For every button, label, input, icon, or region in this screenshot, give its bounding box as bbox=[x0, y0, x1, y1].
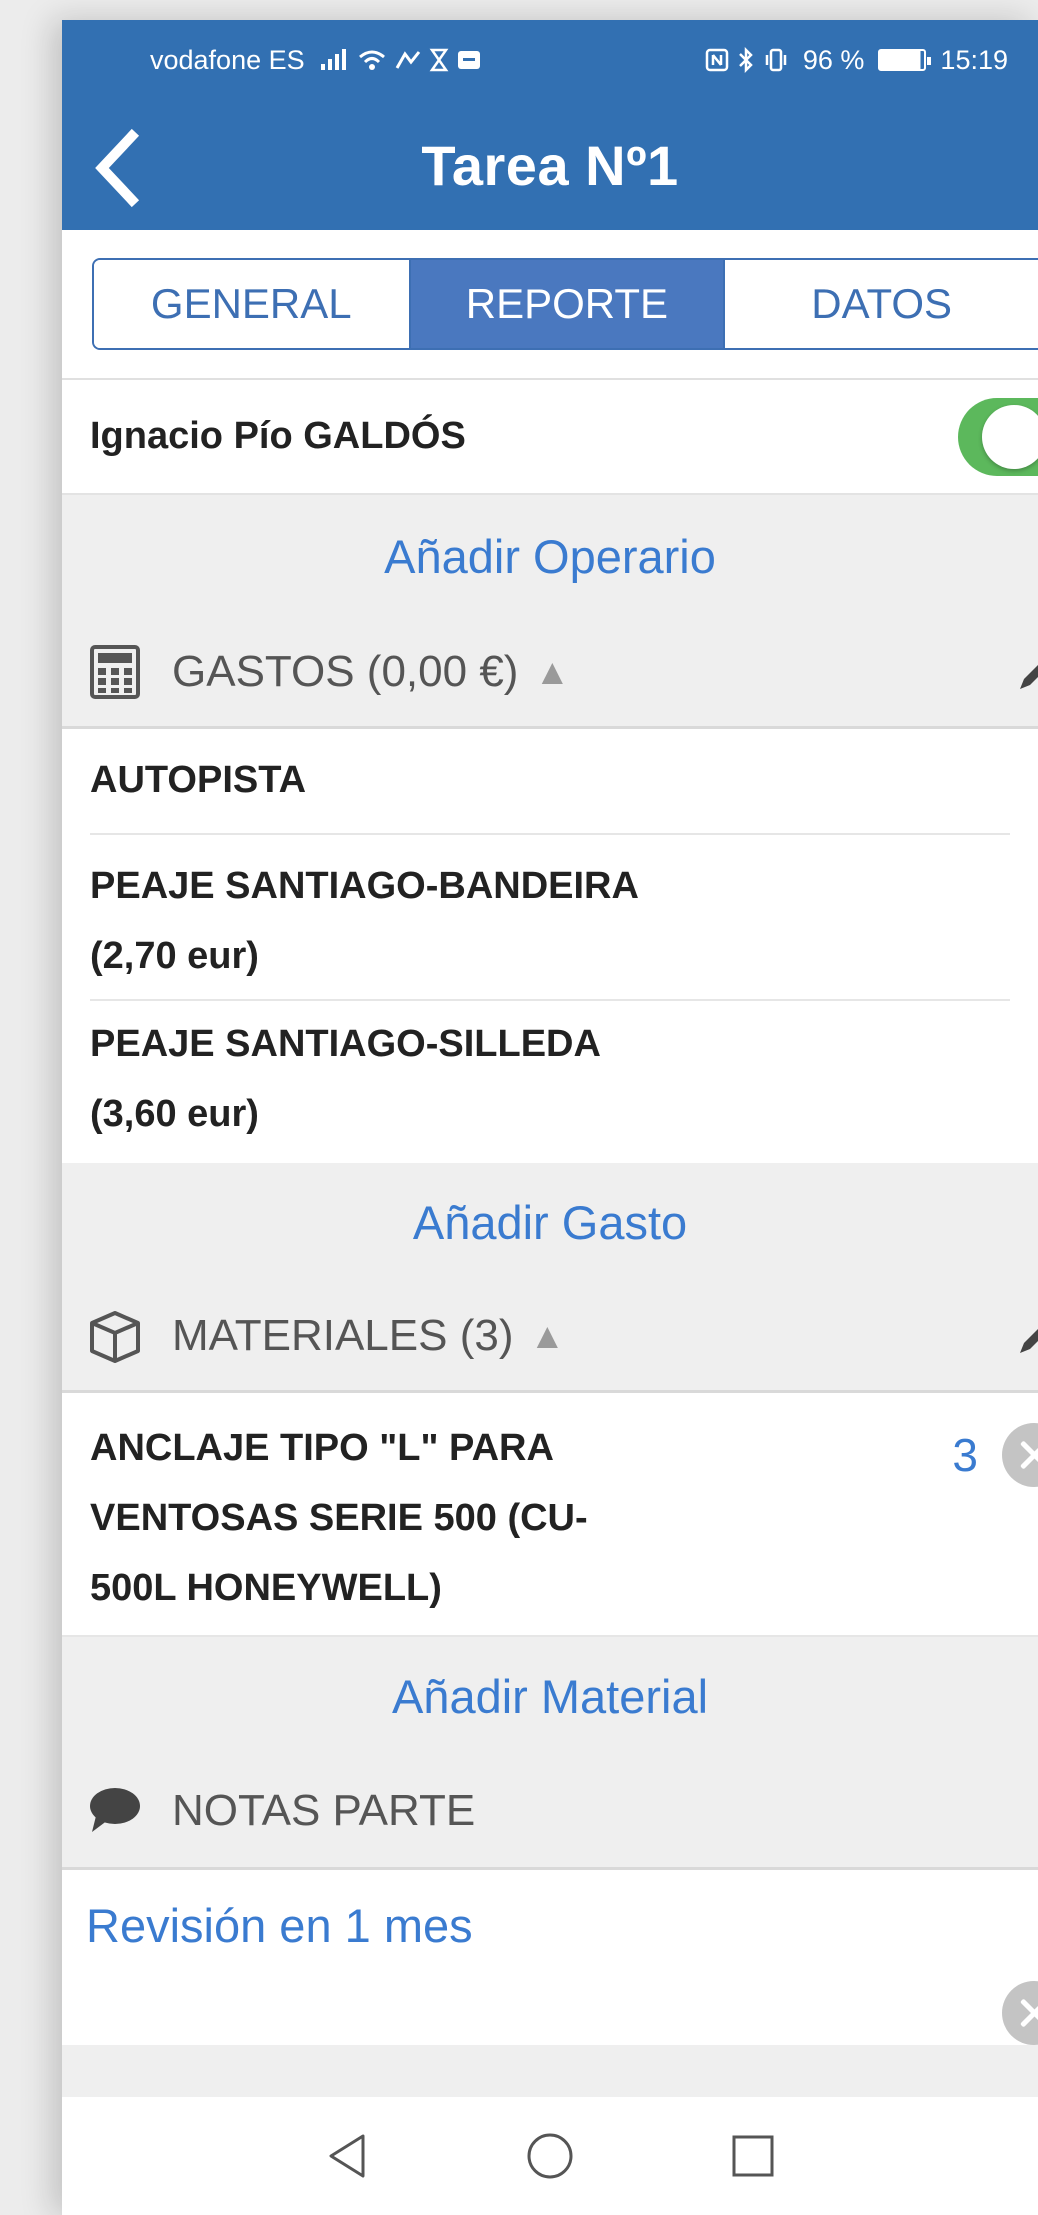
signal-icon bbox=[320, 49, 346, 70]
status-icons-right bbox=[705, 47, 789, 73]
nav-home-button[interactable] bbox=[526, 2132, 574, 2180]
segmented-tabs: GENERAL REPORTE DATOS bbox=[92, 258, 1038, 350]
expense-item[interactable]: PEAJE SANTIAGO-SILLEDA (3,60 eur) bbox=[62, 1001, 1038, 1163]
bluetooth-icon bbox=[738, 47, 753, 73]
tab-reporte[interactable]: REPORTE bbox=[408, 260, 724, 348]
phone-screen: vodafone ES 96 % 15:19 Tarea Nº1 GENERAL… bbox=[62, 20, 1038, 2215]
back-button[interactable] bbox=[84, 128, 154, 208]
expenses-header[interactable]: GASTOS (0,00 €) ▲ bbox=[62, 617, 1038, 729]
message-icon bbox=[457, 51, 480, 69]
status-icons-left bbox=[319, 48, 481, 72]
expenses-title: GASTOS (0,00 €) bbox=[172, 646, 519, 696]
expense-label: PEAJE SANTIAGO-BANDEIRA bbox=[90, 865, 639, 907]
expense-item[interactable]: AUTOPISTA bbox=[62, 729, 1038, 843]
page-title: Tarea Nº1 bbox=[421, 133, 679, 197]
material-actions: 3 bbox=[952, 1423, 1038, 1487]
expense-amount: (2,70 eur) bbox=[90, 935, 259, 977]
material-name-line: VENTOSAS SERIE 500 (CU- bbox=[90, 1497, 588, 1539]
status-bar-right: 96 % 15:19 bbox=[705, 45, 1008, 76]
carrier-label: vodafone ES bbox=[150, 44, 305, 75]
material-name-line: ANCLAJE TIPO "L" PARA bbox=[90, 1427, 554, 1469]
materials-header[interactable]: MATERIALES (3) ▲ bbox=[62, 1281, 1038, 1393]
note-input[interactable]: Revisión en 1 mes bbox=[86, 1898, 1014, 1953]
add-operator-button[interactable]: Añadir Operario bbox=[62, 495, 1038, 617]
material-name-line: 500L HONEYWELL) bbox=[90, 1567, 442, 1609]
expense-label: AUTOPISTA bbox=[90, 759, 307, 801]
operator-name: Ignacio Pío GALDÓS bbox=[90, 415, 466, 457]
collapse-caret-icon: ▲ bbox=[529, 1314, 566, 1356]
calculator-icon bbox=[90, 644, 140, 699]
material-item[interactable]: ANCLAJE TIPO "L" PARA VENTOSAS SERIE 500… bbox=[62, 1393, 1038, 1637]
chat-bubble-icon bbox=[90, 1788, 140, 1832]
add-material-button[interactable]: Añadir Material bbox=[62, 1637, 1038, 1755]
expense-item[interactable]: PEAJE SANTIAGO-BANDEIRA (2,70 eur) bbox=[62, 843, 1038, 1001]
toggle-knob bbox=[982, 404, 1038, 469]
status-bar-left: vodafone ES bbox=[150, 45, 481, 76]
operator-row: Ignacio Pío GALDÓS bbox=[62, 380, 1038, 495]
nav-back-button[interactable] bbox=[323, 2132, 371, 2180]
nav-recents-button[interactable] bbox=[729, 2132, 777, 2180]
back-arrow-icon bbox=[95, 128, 140, 208]
box-icon bbox=[90, 1310, 140, 1363]
wifi-icon bbox=[358, 50, 385, 70]
tab-general[interactable]: GENERAL bbox=[94, 260, 409, 348]
close-icon[interactable] bbox=[1002, 1981, 1038, 2045]
battery-icon bbox=[878, 49, 932, 71]
expenses-list: AUTOPISTA PEAJE SANTIAGO-BANDEIRA (2,70 … bbox=[62, 729, 1038, 1163]
clock: 15:19 bbox=[940, 44, 1008, 75]
notes-header: NOTAS PARTE bbox=[62, 1755, 1038, 1870]
nav-recents-icon bbox=[732, 2135, 774, 2177]
nfc-icon bbox=[705, 48, 729, 72]
notes-title: NOTAS PARTE bbox=[172, 1786, 476, 1835]
status-bar: vodafone ES 96 % 15:19 bbox=[62, 20, 1038, 100]
expense-amount: (3,60 eur) bbox=[90, 1093, 259, 1135]
material-name: ANCLAJE TIPO "L" PARA VENTOSAS SERIE 500… bbox=[90, 1413, 690, 1623]
nav-back-icon bbox=[329, 2134, 365, 2178]
pencil-icon[interactable] bbox=[1014, 651, 1038, 695]
system-nav-bar bbox=[62, 2097, 1038, 2215]
material-quantity[interactable]: 3 bbox=[952, 1428, 978, 1482]
vibrate-icon bbox=[765, 48, 787, 72]
pencil-icon[interactable] bbox=[1014, 1315, 1038, 1359]
materials-title: MATERIALES (3) bbox=[172, 1310, 514, 1360]
expense-label: PEAJE SANTIAGO-SILLEDA bbox=[90, 1023, 601, 1065]
tabs-container: GENERAL REPORTE DATOS bbox=[62, 230, 1038, 380]
add-expense-button[interactable]: Añadir Gasto bbox=[62, 1163, 1038, 1281]
app-bar: Tarea Nº1 bbox=[62, 100, 1038, 230]
close-icon[interactable] bbox=[1002, 1423, 1038, 1487]
activity-icon bbox=[395, 51, 420, 69]
hourglass-icon bbox=[429, 48, 449, 72]
notes-body: Revisión en 1 mes bbox=[62, 1870, 1038, 2045]
tab-datos[interactable]: DATOS bbox=[723, 260, 1038, 348]
collapse-caret-icon: ▲ bbox=[534, 650, 571, 692]
operator-toggle[interactable] bbox=[958, 397, 1038, 476]
nav-home-icon bbox=[527, 2133, 573, 2179]
battery-percent: 96 % bbox=[802, 44, 865, 75]
